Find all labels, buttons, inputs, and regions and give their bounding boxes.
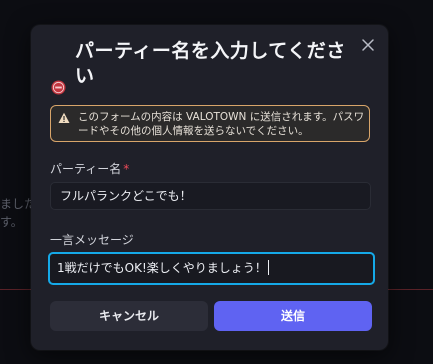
party-name-label-text: パーティー名 [50,162,122,176]
cancel-button[interactable]: キャンセル [50,301,208,331]
send-button[interactable]: 送信 [214,301,372,331]
warning-icon [58,112,70,123]
close-icon[interactable] [360,37,376,53]
notice-text: このフォームの内容は VALOTOWN に送信されます。パスワードやその他の個人… [78,111,365,137]
dialog-header: パーティー名を入力してください [51,39,351,95]
party-name-value: フルパランクどこでも！ [60,189,192,203]
dialog-title: パーティー名を入力してください [75,40,346,87]
app-logo-icon [51,80,66,95]
party-name-dialog: パーティー名を入力してください このフォームの内容は VALOTOWN に送信さ… [31,25,388,350]
message-input[interactable]: 1戦だけでもOK!楽しくやりましょう！ [48,252,375,285]
message-label-text: 一言メッセージ [50,233,134,247]
message-value: 1戦だけでもOK!楽しくやりましょう！ [57,261,267,275]
required-mark: * [123,162,130,176]
text-caret [267,260,269,275]
party-name-label: パーティー名 * [50,160,129,177]
message-label: 一言メッセージ [50,231,134,248]
party-name-input[interactable]: フルパランクどこでも！ [50,182,371,210]
privacy-notice: このフォームの内容は VALOTOWN に送信されます。パスワードやその他の個人… [50,105,370,142]
